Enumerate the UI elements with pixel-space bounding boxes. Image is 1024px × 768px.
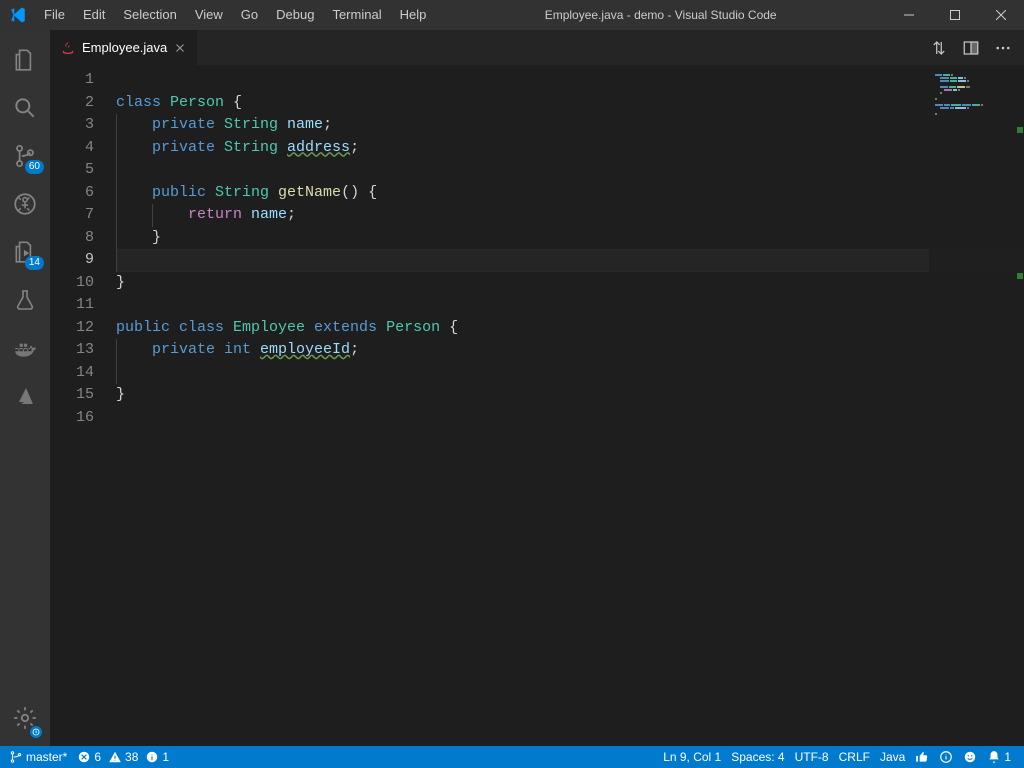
azure-icon[interactable] bbox=[0, 372, 50, 420]
overview-ruler[interactable] bbox=[1012, 65, 1024, 746]
status-eol[interactable]: CRLF bbox=[834, 746, 875, 768]
warning-count: 38 bbox=[125, 750, 138, 764]
docker-icon[interactable] bbox=[0, 324, 50, 372]
close-button[interactable] bbox=[978, 0, 1024, 30]
menu-bar: FileEditSelectionViewGoDebugTerminalHelp bbox=[35, 0, 435, 30]
status-notifications[interactable]: 1 bbox=[982, 746, 1016, 768]
menu-edit[interactable]: Edit bbox=[74, 0, 114, 30]
error-count: 6 bbox=[94, 750, 101, 764]
menu-go[interactable]: Go bbox=[232, 0, 267, 30]
status-cursor-position[interactable]: Ln 9, Col 1 bbox=[658, 746, 726, 768]
status-info-icon[interactable] bbox=[934, 746, 958, 768]
run-tests-icon[interactable]: 14 bbox=[0, 228, 50, 276]
title-bar: FileEditSelectionViewGoDebugTerminalHelp… bbox=[0, 0, 1024, 30]
menu-file[interactable]: File bbox=[35, 0, 74, 30]
menu-terminal[interactable]: Terminal bbox=[323, 0, 390, 30]
menu-debug[interactable]: Debug bbox=[267, 0, 323, 30]
beaker-icon[interactable] bbox=[0, 276, 50, 324]
status-bar: master* 6 38 1 Ln 9, Col 1 Spaces: 4 UTF… bbox=[0, 746, 1024, 768]
status-language[interactable]: Java bbox=[875, 746, 910, 768]
scm-badge: 60 bbox=[25, 160, 44, 174]
branch-name: master* bbox=[26, 750, 67, 764]
info-icon bbox=[145, 750, 159, 764]
minimize-button[interactable] bbox=[886, 0, 932, 30]
window-controls bbox=[886, 0, 1024, 30]
maximize-button[interactable] bbox=[932, 0, 978, 30]
window-title: Employee.java - demo - Visual Studio Cod… bbox=[435, 0, 886, 30]
tab-label: Employee.java bbox=[82, 40, 167, 55]
editor-area: Employee.java 12345678910111213141516 cl… bbox=[50, 30, 1024, 746]
java-file-icon bbox=[60, 40, 76, 56]
compare-changes-icon[interactable] bbox=[930, 39, 948, 57]
settings-sync-badge-icon bbox=[30, 726, 42, 738]
line-number-gutter: 12345678910111213141516 bbox=[50, 65, 116, 746]
status-encoding[interactable]: UTF-8 bbox=[790, 746, 834, 768]
debug-icon[interactable] bbox=[0, 180, 50, 228]
editor-actions bbox=[918, 30, 1024, 65]
activity-bar: 60 14 bbox=[0, 30, 50, 746]
menu-view[interactable]: View bbox=[186, 0, 232, 30]
status-feedback-icon[interactable] bbox=[958, 746, 982, 768]
warning-icon bbox=[108, 750, 122, 764]
error-icon bbox=[77, 750, 91, 764]
settings-gear-icon[interactable] bbox=[0, 694, 50, 742]
vscode-logo-icon bbox=[0, 6, 35, 24]
status-indentation[interactable]: Spaces: 4 bbox=[726, 746, 789, 768]
status-branch[interactable]: master* bbox=[4, 746, 72, 768]
menu-selection[interactable]: Selection bbox=[114, 0, 185, 30]
tab-bar: Employee.java bbox=[50, 30, 1024, 65]
notification-count: 1 bbox=[1004, 750, 1011, 764]
status-problems[interactable]: 6 38 1 bbox=[72, 746, 174, 768]
menu-help[interactable]: Help bbox=[391, 0, 436, 30]
split-editor-icon[interactable] bbox=[962, 39, 980, 57]
code-content[interactable]: class Person { private String name; priv… bbox=[116, 65, 1024, 746]
explorer-icon[interactable] bbox=[0, 36, 50, 84]
marker bbox=[1017, 273, 1023, 279]
info-count: 1 bbox=[162, 750, 169, 764]
search-icon[interactable] bbox=[0, 84, 50, 132]
status-thumbs-up-icon[interactable] bbox=[910, 746, 934, 768]
tab-close-icon[interactable] bbox=[173, 41, 187, 55]
tab-employee-java[interactable]: Employee.java bbox=[50, 30, 198, 65]
tests-badge: 14 bbox=[25, 256, 44, 270]
code-editor[interactable]: 12345678910111213141516 class Person { p… bbox=[50, 65, 1024, 746]
source-control-icon[interactable]: 60 bbox=[0, 132, 50, 180]
marker bbox=[1017, 127, 1023, 133]
minimap[interactable] bbox=[929, 65, 1024, 746]
more-actions-icon[interactable] bbox=[994, 39, 1012, 57]
